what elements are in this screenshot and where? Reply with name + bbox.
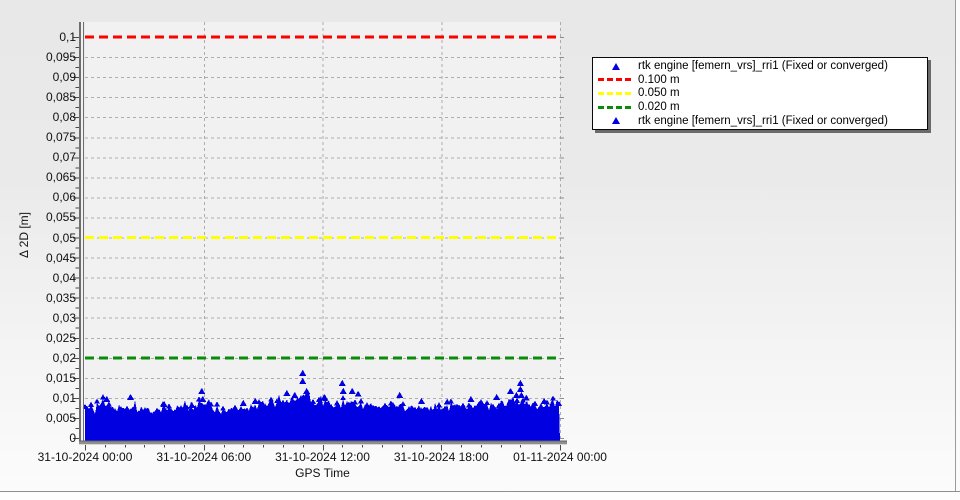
y-tick-label: 0,075	[45, 130, 76, 145]
legend-item-label: 0.020 m	[638, 101, 680, 114]
y-tick-label: 0,015	[45, 370, 76, 385]
legend-item-label: 0.050 m	[638, 87, 680, 100]
y-tick-label: 0,045	[45, 250, 76, 265]
y-tick-label: 0,065	[45, 170, 76, 185]
legend-item-label: rtk engine [femern_vrs]_rri1 (Fixed or c…	[638, 60, 888, 73]
y-tick-label: 0,025	[45, 330, 76, 345]
legend-item: rtk engine [femern_vrs]_rri1 (Fixed or c…	[593, 60, 927, 73]
y-tick-label: 0,085	[45, 90, 76, 105]
y-tick-label: 0,035	[45, 290, 76, 305]
y-tick-label: 0,02	[52, 350, 76, 365]
y-tick-label: 0	[69, 431, 76, 445]
triangle-marker-icon	[593, 62, 638, 70]
y-tick-label: 0,05	[52, 230, 76, 245]
legend-item: 0.050 m	[593, 87, 927, 100]
y-tick-label: 0,1	[59, 30, 76, 44]
legend-item: 0.020 m	[593, 101, 927, 114]
y-tick-label: 0,08	[52, 110, 76, 125]
y-tick-label: 0,04	[52, 270, 76, 285]
legend-item: 0.100 m	[593, 73, 927, 86]
y-tick-label: 0,055	[45, 210, 76, 225]
dash-line-icon	[593, 91, 638, 95]
chart-window: Δ 2D [m] 0,1 0,095 0,09 0,085 0,08 0,075 0,07 0…	[0, 0, 960, 500]
y-tick-label: 0,005	[45, 410, 76, 425]
legend: rtk engine [femern_vrs]_rri1 (Fixed or c…	[592, 57, 928, 130]
legend-item: rtk engine [femern_vrs]_rri1 (Fixed or c…	[593, 114, 927, 127]
x-tick-label: 01-11-2024 00:00	[513, 450, 607, 464]
dash-line-icon	[593, 78, 638, 82]
panel-bottom-highlight	[0, 492, 960, 500]
y-tick-label: 0,06	[52, 190, 76, 205]
x-axis-title: GPS Time	[295, 466, 350, 480]
triangle-marker-icon	[593, 117, 638, 125]
y-tick-label: 0,03	[52, 310, 76, 325]
y-tick-label: 0,01	[52, 390, 76, 405]
legend-item-label: 0.100 m	[638, 73, 680, 86]
y-tick-label: 0,095	[45, 50, 76, 65]
y-tick-label: 0,09	[52, 70, 76, 85]
y-tick-label: 0,07	[52, 150, 76, 165]
panel-right-highlight	[956, 0, 960, 492]
dash-line-icon	[593, 105, 638, 109]
legend-item-label: rtk engine [femern_vrs]_rri1 (Fixed or c…	[638, 114, 888, 127]
